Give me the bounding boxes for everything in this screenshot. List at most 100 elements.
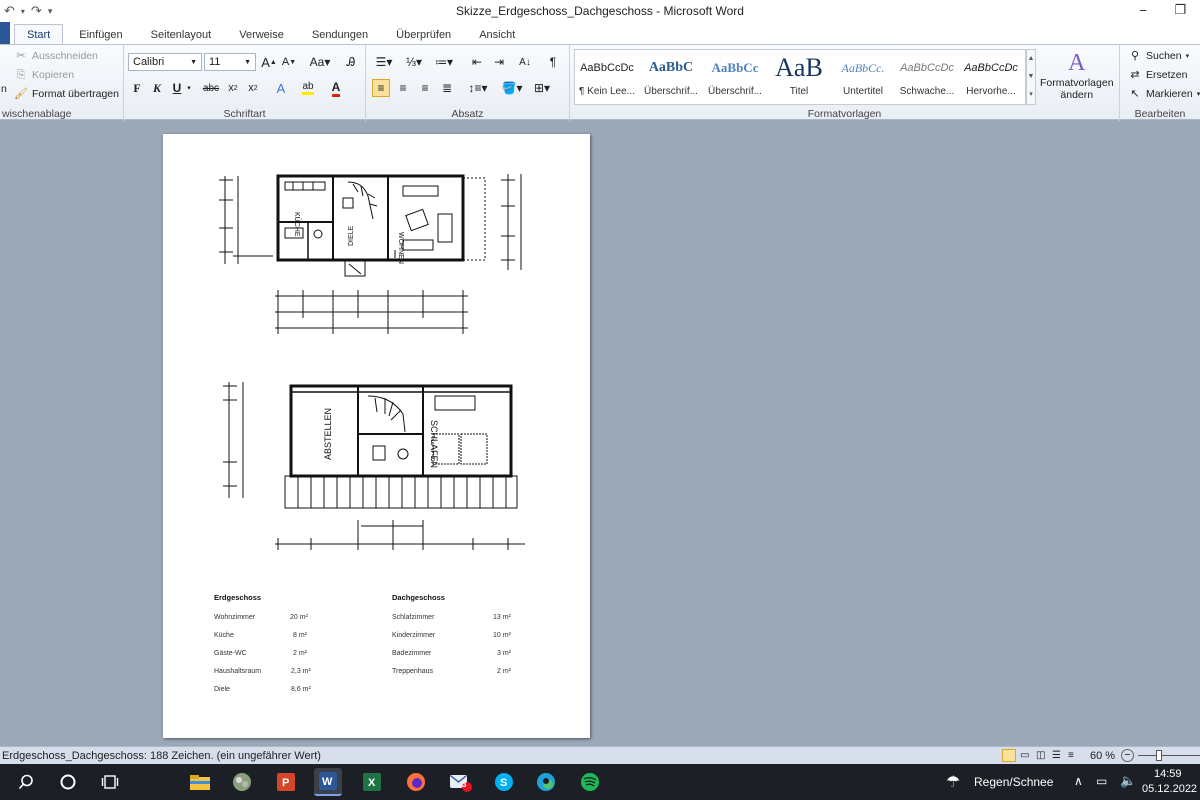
tab-insert[interactable]: Einfügen: [67, 25, 134, 44]
powerpoint-icon[interactable]: P: [272, 768, 300, 796]
style-emphasis[interactable]: AaBbCcDc Hervorhe...: [959, 50, 1023, 106]
grow-font-button[interactable]: A ▲: [260, 53, 278, 71]
skype-icon[interactable]: S: [490, 768, 518, 796]
bullets-icon[interactable]: ☰▾: [372, 53, 396, 71]
align-right-icon[interactable]: ≡: [416, 79, 434, 97]
numbering-icon[interactable]: ⅓▾: [402, 53, 426, 71]
window-title: Skizze_Erdgeschoss_Dachgeschoss - Micros…: [456, 4, 744, 18]
cut-button[interactable]: ✂ Ausschneiden: [14, 50, 98, 62]
tab-review[interactable]: Überprüfen: [384, 25, 463, 44]
dropdown-icon[interactable]: ▾: [21, 7, 25, 16]
restore-icon[interactable]: ❐: [1174, 2, 1186, 18]
style-subtitle[interactable]: AaBbCc. Untertitel: [831, 50, 895, 106]
change-case-button[interactable]: Aa▾: [308, 53, 332, 71]
style-no-spacing[interactable]: AaBbCcDc ¶ Kein Lee...: [575, 50, 639, 106]
copy-icon: ⎘: [16, 69, 26, 81]
zoom-slider-track[interactable]: [1138, 755, 1200, 756]
table-row: Wohnzimmer 20 m²: [214, 614, 308, 621]
shading-icon[interactable]: 🪣▾: [500, 79, 524, 97]
tab-view[interactable]: Ansicht: [467, 25, 527, 44]
align-left-icon[interactable]: ≡: [372, 79, 390, 97]
replace-button[interactable]: ⇄ Ersetzen: [1128, 69, 1187, 81]
word-icon[interactable]: W: [314, 768, 342, 796]
view-print-layout-icon[interactable]: [1002, 749, 1016, 762]
clock-time[interactable]: 14:59: [1154, 768, 1182, 780]
clear-format-icon[interactable]: Ꭿ: [342, 53, 360, 71]
redo-icon[interactable]: ↷: [31, 3, 42, 19]
table-row: Schlafzimmer 13 m²: [392, 614, 511, 621]
style-subtle-emphasis[interactable]: AaBbCcDc Schwache...: [895, 50, 959, 106]
change-styles-button[interactable]: A Formatvorlagen ändern: [1040, 49, 1114, 101]
bold-button[interactable]: F: [128, 79, 146, 97]
highlight-button[interactable]: ab: [298, 79, 318, 97]
copy-button[interactable]: ⎘ Kopieren: [14, 69, 74, 81]
clipboard-label: wischenablage: [2, 108, 72, 120]
firefox-icon[interactable]: [402, 768, 430, 796]
font-name-select[interactable]: Calibri ▼: [128, 53, 202, 71]
tab-start[interactable]: Start: [14, 24, 64, 44]
tab-references[interactable]: Verweise: [227, 25, 296, 44]
view-draft-icon[interactable]: ≡: [1068, 750, 1074, 761]
select-button[interactable]: ↖ Markieren ▾: [1128, 88, 1200, 100]
clock-date[interactable]: 05.12.2022: [1142, 783, 1197, 795]
network-icon[interactable]: ▭: [1096, 774, 1107, 788]
chevron-up-icon[interactable]: ∧: [1074, 774, 1083, 788]
volume-icon[interactable]: 🔈: [1120, 773, 1136, 789]
shrink-font-button[interactable]: A ▼: [280, 53, 298, 71]
justify-icon[interactable]: ≣: [438, 79, 456, 97]
table-row: Küche 8 m²: [214, 632, 307, 639]
customize-qat-icon[interactable]: ▾: [48, 6, 53, 17]
zoom-out-icon[interactable]: −: [1121, 749, 1134, 762]
weather-icon[interactable]: ☂: [946, 772, 960, 792]
room-label-kitchen: KÜCHE: [293, 212, 301, 237]
cortana-icon[interactable]: [54, 768, 82, 796]
styles-scroll[interactable]: ▲ ▼ ▾: [1026, 49, 1036, 105]
view-web-icon[interactable]: ◫: [1036, 750, 1045, 761]
tab-mailings[interactable]: Sendungen: [300, 25, 380, 44]
multilevel-list-icon[interactable]: ≔▾: [432, 53, 456, 71]
underline-dropdown-icon[interactable]: ▾: [184, 79, 194, 97]
align-center-icon[interactable]: ≡: [394, 79, 412, 97]
font-color-button[interactable]: A: [326, 79, 346, 97]
show-formatting-icon[interactable]: ¶: [544, 53, 562, 71]
style-title[interactable]: AaB Titel: [767, 50, 831, 106]
excel-icon[interactable]: X: [358, 768, 386, 796]
table-row: Gäste-WC 2 m²: [214, 650, 307, 657]
spotify-icon[interactable]: [576, 768, 604, 796]
style-heading-2[interactable]: AaBbCc Überschrif...: [703, 50, 767, 106]
strikethrough-button[interactable]: abc: [200, 79, 222, 97]
document-area[interactable]: KÜCHE DIELE WOHNEN ABSTELLEN SCHLAFEN Er…: [0, 121, 1200, 746]
view-fullscreen-icon[interactable]: ▭: [1020, 750, 1029, 761]
text-effects-button[interactable]: A: [272, 79, 290, 97]
file-tab[interactable]: [0, 22, 10, 44]
format-painter-button[interactable]: 🖌 Format übertragen: [14, 88, 119, 100]
view-outline-icon[interactable]: ☰: [1052, 750, 1061, 761]
file-explorer-icon[interactable]: [186, 768, 214, 796]
zoom-slider-thumb[interactable]: [1156, 750, 1162, 761]
paste-fragment[interactable]: n: [1, 83, 7, 95]
edge-icon[interactable]: [532, 768, 560, 796]
italic-button[interactable]: K: [148, 79, 166, 97]
line-spacing-icon[interactable]: ↕≡▾: [466, 79, 490, 97]
borders-icon[interactable]: ⊞▾: [530, 79, 554, 97]
mail-icon[interactable]: 3: [446, 768, 474, 796]
undo-icon[interactable]: ↶: [4, 3, 15, 19]
find-button[interactable]: ⚲ Suchen ▾: [1128, 50, 1189, 62]
superscript-button[interactable]: x2: [244, 79, 262, 97]
document-page[interactable]: KÜCHE DIELE WOHNEN ABSTELLEN SCHLAFEN Er…: [163, 134, 590, 738]
table-row: Treppenhaus 2 m²: [392, 668, 511, 675]
app-icon[interactable]: [228, 768, 256, 796]
sort-icon[interactable]: A↓: [516, 53, 534, 71]
tab-page-layout[interactable]: Seitenlayout: [139, 25, 224, 44]
decrease-indent-icon[interactable]: ⇤: [468, 53, 486, 71]
style-heading-1[interactable]: AaBbC Überschrif...: [639, 50, 703, 106]
zoom-level[interactable]: 60 %: [1090, 750, 1115, 762]
minimize-icon[interactable]: ⎯: [1140, 2, 1147, 18]
weather-text[interactable]: Regen/Schnee: [974, 775, 1053, 789]
task-view-icon[interactable]: [96, 768, 124, 796]
increase-indent-icon[interactable]: ⇥: [490, 53, 508, 71]
font-size-select[interactable]: 11 ▼: [204, 53, 256, 71]
search-icon[interactable]: [12, 768, 40, 796]
svg-text:P: P: [282, 777, 289, 789]
subscript-button[interactable]: x2: [224, 79, 242, 97]
